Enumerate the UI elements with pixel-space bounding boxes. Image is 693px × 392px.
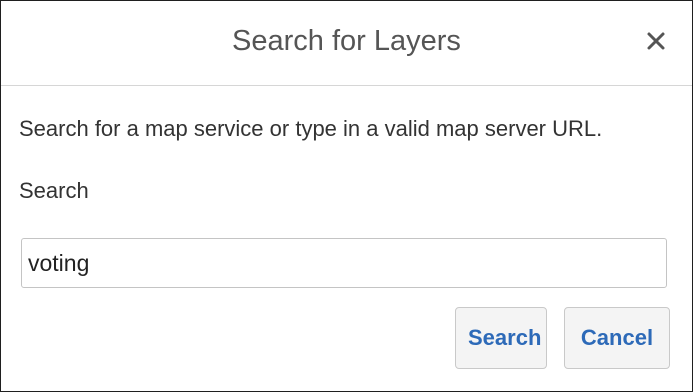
search-input-wrap xyxy=(21,238,667,288)
dialog-footer: Search Cancel xyxy=(455,307,670,369)
close-button[interactable] xyxy=(638,23,674,59)
search-label: Search xyxy=(19,178,89,203)
dialog-title: Search for Layers xyxy=(232,25,461,57)
search-button[interactable]: Search xyxy=(455,307,547,369)
search-instruction: Search for a map service or type in a va… xyxy=(19,116,603,141)
search-layers-dialog: Search for Layers Search for a map servi… xyxy=(0,0,693,392)
dialog-header: Search for Layers xyxy=(1,1,692,86)
dialog-body: Search for a map service or type in a va… xyxy=(19,111,669,288)
search-input[interactable] xyxy=(22,239,666,287)
close-icon xyxy=(647,32,665,50)
cancel-button[interactable]: Cancel xyxy=(564,307,670,369)
